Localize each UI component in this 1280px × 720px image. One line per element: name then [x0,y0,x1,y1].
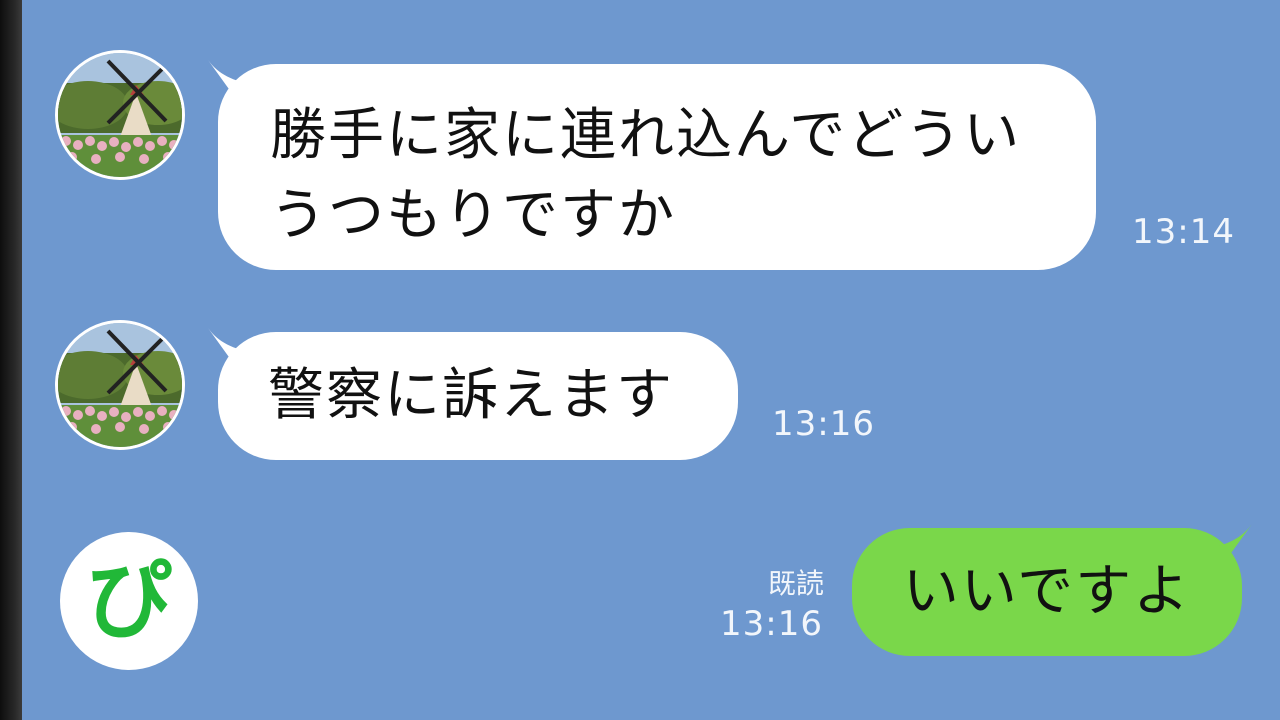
chat-screen: 勝手に家に連れ込んでどうい うつもりですか 13:14 警察に訴えます 13:1… [0,0,1280,720]
windmill-photo-icon [58,323,182,447]
bubble-tail-icon [208,328,254,378]
message-bubble[interactable]: 警察に訴えます [208,328,738,460]
message-timestamp: 13:16 [772,404,875,444]
windmill-photo-icon [58,53,182,177]
device-bezel [0,0,22,720]
message-text-line: うつもりですか [270,183,676,248]
message-text-line: 勝手に家に連れ込んでどうい [270,103,1022,168]
message-timestamp: 13:14 [1132,212,1235,252]
message-timestamp: 13:16 [720,604,823,644]
bubble-tail-icon [1206,524,1252,574]
read-receipt: 既読 [767,567,824,600]
message-text-line: いいですよ [902,559,1192,624]
my-message-bubble[interactable]: いいですよ [852,524,1252,656]
bubble-tail-icon [208,60,254,110]
my-avatar[interactable]: ぴ [60,532,198,670]
contact-avatar[interactable] [55,50,185,180]
message-text-line: 警察に訴えます [268,363,674,428]
contact-avatar[interactable] [55,320,185,450]
pi-logo-icon: ぴ [86,551,172,651]
message-bubble[interactable]: 勝手に家に連れ込んでどうい うつもりですか [208,60,1096,270]
